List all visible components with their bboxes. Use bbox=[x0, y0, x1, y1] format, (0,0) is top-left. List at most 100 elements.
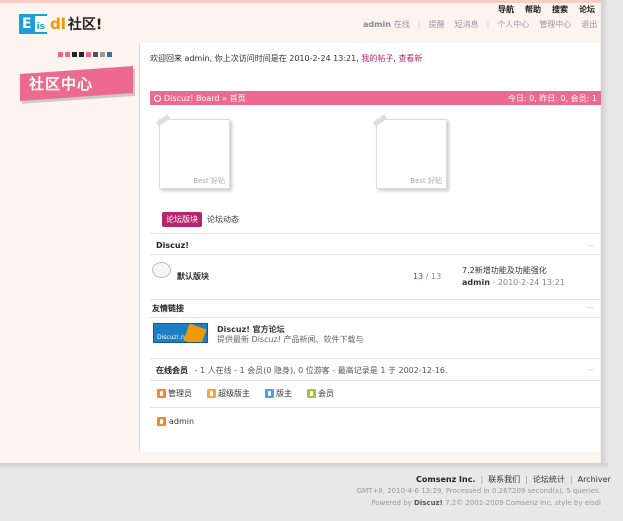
see-new-link[interactable]: 查看新 bbox=[398, 54, 422, 63]
color-dot bbox=[72, 52, 77, 57]
welcome-text: 欢迎回来 admin, 你上次访问时间是在 2010-2-24 13:21, bbox=[150, 54, 359, 63]
footer-stats[interactable]: 论坛统计 bbox=[533, 474, 565, 485]
tape-icon bbox=[155, 114, 171, 127]
top-band bbox=[0, 0, 601, 3]
footer-archiver[interactable]: Archiver bbox=[578, 475, 611, 484]
user-mod-icon bbox=[265, 389, 274, 398]
nav-help[interactable]: 帮助 bbox=[525, 4, 541, 15]
footer-contact[interactable]: 联系我们 bbox=[488, 474, 520, 485]
last-post-user[interactable]: admin bbox=[462, 278, 490, 287]
color-dot bbox=[100, 52, 105, 57]
color-dot bbox=[58, 52, 63, 57]
forum-tabs: 论坛版块 论坛动态 bbox=[162, 212, 239, 227]
my-posts-link[interactable]: 我的帖子 bbox=[361, 54, 393, 63]
last-post-time: - 2010-2-24 13:21 bbox=[492, 278, 565, 287]
divider bbox=[150, 407, 601, 408]
nav-notice[interactable]: 提醒 bbox=[429, 19, 445, 30]
best-post-card[interactable]: Best 好贴 bbox=[372, 114, 447, 189]
collapse-toggle[interactable]: — bbox=[586, 303, 594, 312]
forum-name[interactable]: 默认版块 bbox=[177, 271, 209, 282]
breadcrumb-text[interactable]: Discuz! Board » 首页 bbox=[164, 93, 245, 104]
logo-e: E bbox=[19, 14, 35, 34]
nav-logout[interactable]: 退出 bbox=[581, 19, 597, 30]
welcome-message: 欢迎回来 admin, 你上次访问时间是在 2010-2-24 13:21, 我… bbox=[150, 54, 423, 63]
home-circle-icon bbox=[154, 94, 161, 102]
nav-profile[interactable]: 个人中心 bbox=[497, 19, 529, 30]
count-divider: / bbox=[425, 272, 429, 281]
legend-admin: 管理员 bbox=[157, 388, 192, 399]
divider bbox=[150, 317, 601, 318]
nav-guide[interactable]: 导航 bbox=[498, 4, 514, 15]
nav-messages[interactable]: 短消息 bbox=[455, 19, 479, 30]
main-panel: 欢迎回来 admin, 你上次访问时间是在 2010-2-24 13:21, 我… bbox=[139, 43, 601, 452]
online-text: - 1 人在线 - 1 会员(0 隐身), 0 位游客 - 最高记录是 1 于 … bbox=[194, 366, 448, 375]
nav-admin[interactable]: 管理中心 bbox=[539, 19, 571, 30]
forum-stats: 今日: 0, 昨日: 0, 会员: 1 bbox=[507, 93, 597, 103]
user-nav: admin 在线 | 提醒 短消息 | 个人中心 管理中心 退出 bbox=[363, 19, 597, 30]
legend-member: 会员 bbox=[307, 388, 334, 399]
logo-community: 社区! bbox=[67, 17, 103, 33]
frame-shadow-right bbox=[601, 0, 608, 470]
tape-icon bbox=[372, 114, 388, 127]
online-user[interactable]: admin bbox=[157, 417, 194, 426]
breadcrumb: Discuz! Board » 首页 bbox=[154, 93, 245, 104]
online-user-name[interactable]: admin bbox=[169, 417, 194, 426]
best-post-card[interactable]: Best 好贴 bbox=[155, 114, 230, 189]
card-label: Best 好贴 bbox=[410, 177, 442, 185]
forum-counts: 13 / 13 bbox=[413, 272, 441, 281]
divider bbox=[150, 254, 601, 255]
post-count: 13 bbox=[430, 272, 442, 281]
collapse-toggle[interactable]: — bbox=[586, 365, 594, 374]
online-summary: 在线会员 - 1 人在线 - 1 会员(0 隐身), 0 位游客 - 最高记录是… bbox=[156, 365, 448, 376]
color-dot bbox=[107, 52, 112, 57]
logo-dl: dl bbox=[50, 15, 66, 33]
online-title[interactable]: 在线会员 bbox=[156, 366, 188, 375]
last-post-meta: admin - 2010-2-24 13:21 bbox=[462, 278, 565, 287]
color-dot bbox=[65, 52, 70, 57]
divider bbox=[150, 233, 601, 234]
footer-meta: GMT+8, 2010-4-6 13:29, Processed in 0.26… bbox=[356, 487, 601, 495]
color-dot bbox=[86, 52, 91, 57]
banner-title: 社区中心 bbox=[29, 75, 94, 93]
thread-count: 13 bbox=[413, 272, 424, 281]
legend-super-mod: 超级版主 bbox=[207, 388, 250, 399]
divider: | bbox=[486, 20, 490, 29]
footer-company[interactable]: Comsenz Inc. bbox=[416, 475, 475, 484]
divider bbox=[150, 380, 601, 381]
color-dot bbox=[93, 52, 98, 57]
breadcrumb-bar: Discuz! Board » 首页 今日: 0, 昨日: 0, 会员: 1 bbox=[150, 91, 601, 105]
online-status: 在线 bbox=[393, 20, 410, 29]
footer-brand[interactable]: Discuz! bbox=[414, 499, 443, 507]
frame-shadow-bottom bbox=[0, 463, 608, 470]
tab-forums[interactable]: 论坛版块 bbox=[162, 212, 202, 227]
user-member-icon bbox=[307, 389, 316, 398]
footer-links: Comsenz Inc. | 联系我们 | 论坛统计 | Archiver bbox=[416, 474, 611, 485]
top-nav: 导航 帮助 搜索 论坛 bbox=[498, 4, 595, 15]
username-link[interactable]: admin bbox=[363, 20, 391, 29]
member-legend: 管理员 超级版主 版主 会员 bbox=[157, 388, 334, 399]
logo-is: is bbox=[34, 14, 48, 34]
color-dot bbox=[79, 52, 84, 57]
last-post-title[interactable]: 7.2新增功能及功能强化 bbox=[462, 265, 547, 276]
divider: | bbox=[417, 20, 421, 29]
collapse-toggle[interactable]: — bbox=[586, 241, 594, 250]
user-admin-icon bbox=[157, 389, 166, 398]
user-super-mod-icon bbox=[207, 389, 216, 398]
nav-forum[interactable]: 论坛 bbox=[579, 4, 595, 15]
color-dots bbox=[58, 52, 112, 57]
footer-powered: Powered by Discuz! 7.2© 2001-2009 Comsen… bbox=[371, 499, 601, 507]
forum-bubble-icon bbox=[152, 262, 171, 278]
logo-mark-icon bbox=[183, 324, 207, 342]
site-logo[interactable]: E is dl 社区! bbox=[19, 14, 102, 34]
link-description: 提供最新 Discuz! 产品新闻、软件下载与 bbox=[217, 335, 364, 344]
category-title[interactable]: Discuz! bbox=[156, 241, 189, 250]
card-label: Best 好贴 bbox=[193, 177, 225, 185]
discuz-link-logo[interactable]: Discuz!.net bbox=[153, 323, 208, 343]
tab-activity[interactable]: 论坛动态 bbox=[207, 214, 239, 225]
nav-search[interactable]: 搜索 bbox=[552, 4, 568, 15]
user-admin-icon bbox=[157, 417, 166, 426]
divider bbox=[150, 358, 601, 359]
links-title: 友情链接 bbox=[152, 304, 184, 313]
legend-mod: 版主 bbox=[265, 388, 292, 399]
divider bbox=[150, 299, 601, 300]
